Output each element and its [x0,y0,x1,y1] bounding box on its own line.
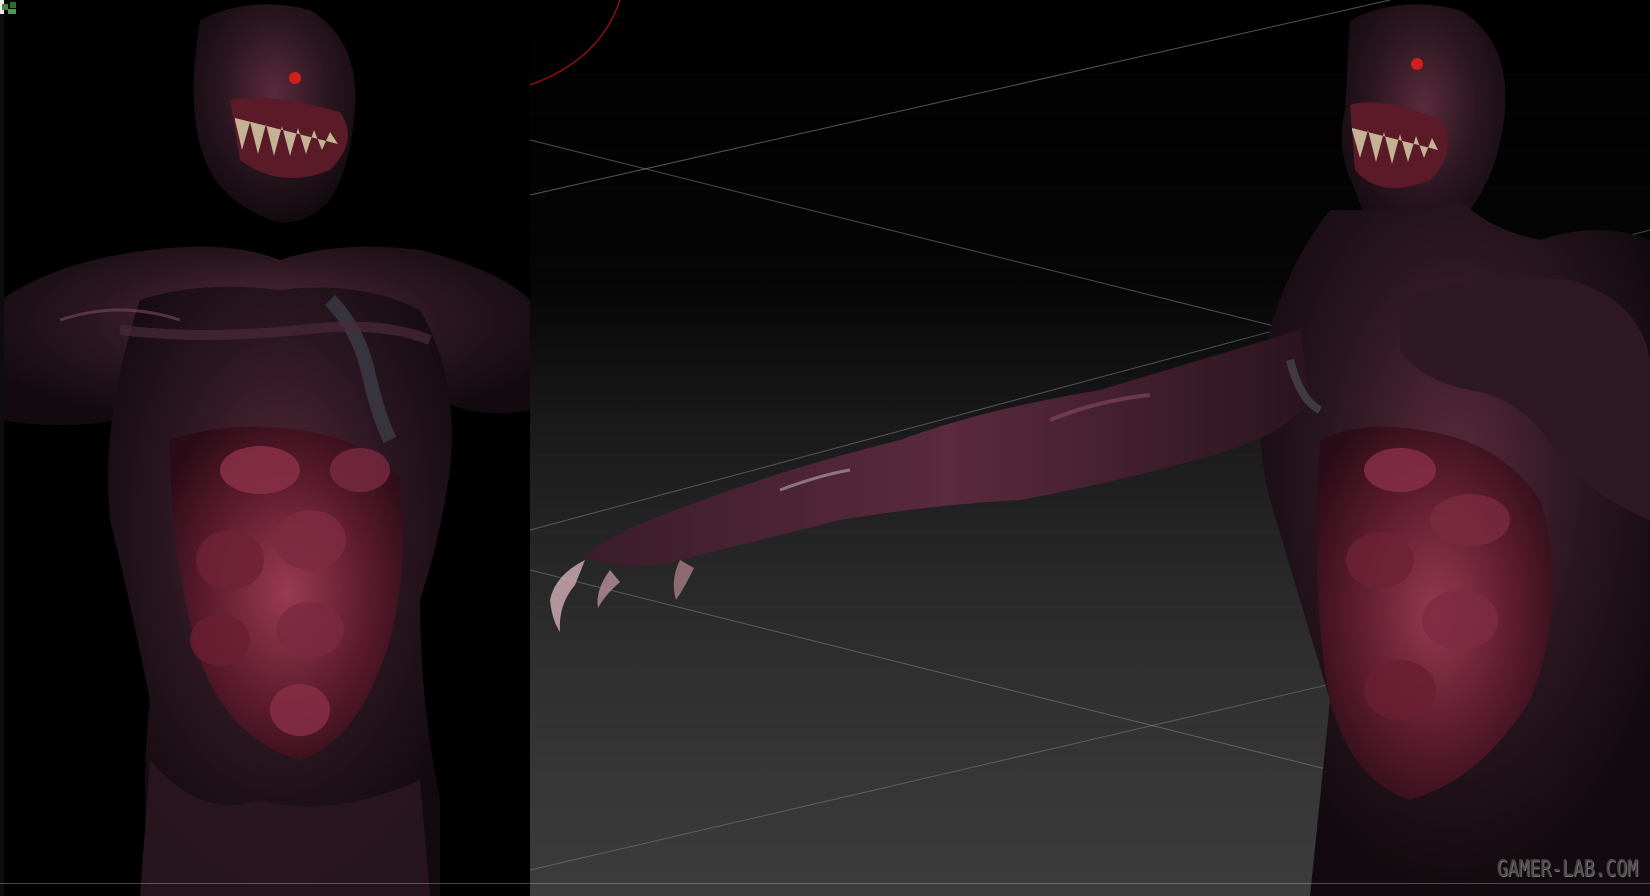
left-edge-strip [0,0,4,896]
creature-front-view [0,4,530,896]
bottom-guide-line [0,883,1650,884]
render-viewport: GAMER-LAB.COM [0,0,1650,896]
creature-outstretched-arm [585,330,1310,567]
creature-front-view-panel [0,0,530,896]
creature-eye [289,72,301,84]
watermark-text: GAMER-LAB.COM [1496,857,1638,882]
creature-claw [673,560,694,600]
creature-eye [1411,58,1423,70]
creature-claw [597,570,620,608]
creature-claw [550,560,585,632]
gamer-lab-logo-icon [2,2,16,14]
